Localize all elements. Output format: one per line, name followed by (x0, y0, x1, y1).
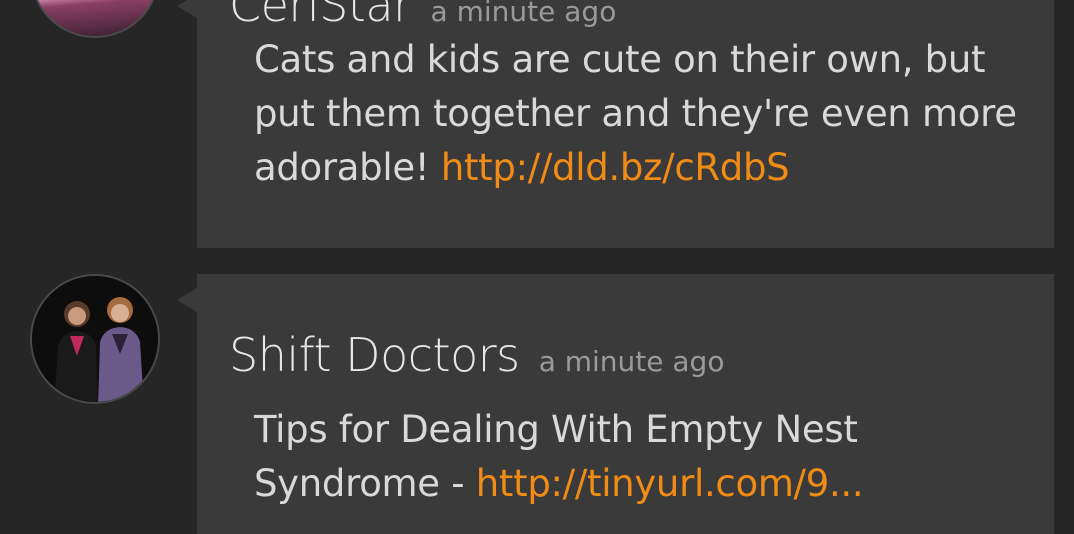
timestamp: a minute ago (538, 345, 725, 378)
tweet-link[interactable]: http://dld.bz/cRdbS (441, 146, 790, 189)
tweet-text: Cats and kids are cute on their own, but… (254, 33, 1034, 195)
timestamp: a minute ago (430, 0, 617, 28)
tweet-link[interactable]: http://tinyurl.com/9... (476, 462, 864, 505)
tweet-header: CeriStar a minute ago (229, 0, 616, 32)
card-pointer (177, 288, 197, 312)
card-pointer (177, 0, 197, 18)
avatar-photo-icon (32, 276, 158, 402)
author-name[interactable]: CeriStar (229, 0, 412, 32)
tweet-feed: CeriStar a minute ago Cats and kids are … (0, 0, 1074, 534)
tweet-header: Shift Doctors a minute ago (229, 328, 724, 382)
tweet-card[interactable]: CeriStar a minute ago Cats and kids are … (177, 0, 1054, 248)
avatar-cerisstar[interactable] (30, 0, 160, 38)
avatar-shift-doctors[interactable] (30, 274, 160, 404)
tweet-card[interactable]: Shift Doctors a minute ago Tips for Deal… (177, 274, 1054, 534)
tweet-text: Tips for Dealing With Empty Nest Syndrom… (254, 403, 1034, 511)
author-name[interactable]: Shift Doctors (229, 328, 520, 382)
